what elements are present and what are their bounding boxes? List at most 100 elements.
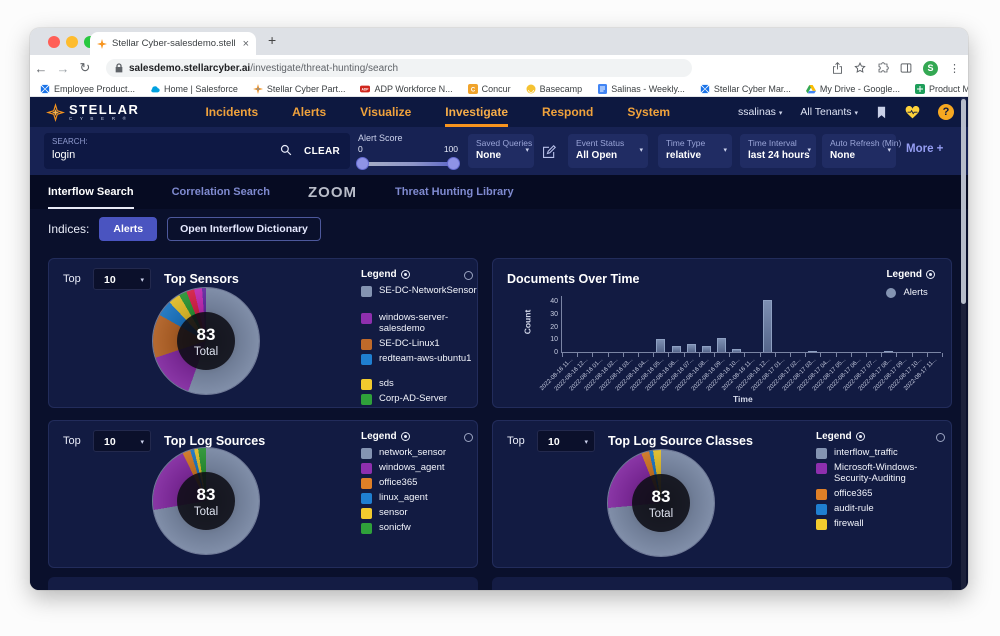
nav-item-respond[interactable]: Respond <box>542 97 593 127</box>
nav-item-visualize[interactable]: Visualize <box>360 97 411 127</box>
filter-dropdown-time-interval[interactable]: Time Intervallast 24 hours▾ <box>740 134 816 168</box>
star-icon[interactable] <box>854 62 866 74</box>
filter-dropdown-event-status[interactable]: Event StatusAll Open▾ <box>568 134 648 168</box>
tab-interflow-search[interactable]: Interflow Search <box>48 175 134 209</box>
filter-dropdown-time-type[interactable]: Time Typerelative▾ <box>658 134 732 168</box>
legend-item[interactable]: redteam-aws-ubuntu1 <box>361 353 478 365</box>
panel-options-icon[interactable] <box>936 433 945 442</box>
saved-bookmark-icon[interactable] <box>876 106 887 119</box>
tab-correlation-search[interactable]: Correlation Search <box>172 175 270 209</box>
x-tick-mark <box>805 353 806 357</box>
bar-2022-08-16-10-[interactable] <box>732 349 741 352</box>
bookmark-item[interactable]: Salinas - Weekly... <box>597 84 685 94</box>
user-dropdown[interactable]: ssalinas ▾ <box>738 106 782 118</box>
new-tab-button[interactable]: + <box>268 32 276 48</box>
clear-search-button[interactable]: CLEAR <box>304 146 340 157</box>
forward-icon[interactable]: → <box>52 61 74 76</box>
legend-item[interactable]: sds <box>361 378 478 390</box>
legend-item[interactable]: office365 <box>361 477 478 489</box>
bookmark-item[interactable]: My Drive - Google... <box>806 84 900 94</box>
y-tick-label: 30 <box>538 311 558 318</box>
bookmark-item[interactable]: Stellar Cyber Part... <box>253 84 346 94</box>
bar-2022-08-16-12-[interactable] <box>763 300 772 352</box>
tab-threat-hunting-library[interactable]: Threat Hunting Library <box>395 175 514 209</box>
panel-options-icon[interactable] <box>464 433 473 442</box>
legend-item[interactable]: windows-server-salesdemo <box>361 312 478 335</box>
top-sensors-donut-chart[interactable]: 83Total <box>153 288 259 394</box>
back-icon[interactable]: ← <box>30 61 52 76</box>
bar-2022-08-16-06-[interactable] <box>672 346 681 352</box>
reload-icon[interactable]: ↻ <box>74 60 96 76</box>
legend-toggle-icon[interactable] <box>926 270 935 279</box>
top-count-dropdown[interactable]: 10▾ <box>93 268 151 290</box>
top-log-source-classes-donut-chart[interactable]: 83Total <box>608 450 714 556</box>
panel-title: Top Log Sources <box>164 434 265 448</box>
legend-item[interactable]: Corp-AD-Server <box>361 393 478 405</box>
legend-toggle-icon[interactable] <box>856 432 865 441</box>
stellar-cyber-logo[interactable]: STELLAR C Y B E R ® <box>46 103 139 122</box>
legend-item[interactable]: linux_agent <box>361 492 478 504</box>
documents-bar-chart[interactable]: 0102030402022-08-16 11...2022-08-16 12..… <box>561 296 941 353</box>
bookmark-item[interactable]: Product Marketing... <box>915 84 968 94</box>
close-tab-icon[interactable]: × <box>243 38 249 50</box>
bar-2022-08-16-07-[interactable] <box>687 344 696 352</box>
filter-dropdown-auto-refresh-min-[interactable]: Auto Refresh (Min)None▾ <box>822 134 896 168</box>
top-log-sources-donut-chart[interactable]: 83Total <box>153 448 259 554</box>
bookmark-item[interactable]: Employee Product... <box>40 84 135 94</box>
slider-handle-min[interactable] <box>356 157 369 170</box>
legend-item[interactable]: windows_agent <box>361 462 478 474</box>
legend-item[interactable]: sensor <box>361 507 478 519</box>
bar-2022-08-17-08-[interactable] <box>884 351 893 352</box>
nav-item-system[interactable]: System <box>627 97 670 127</box>
profile-avatar[interactable]: S <box>923 61 938 76</box>
share-icon[interactable] <box>832 62 843 74</box>
address-bar[interactable]: salesdemo.stellarcyber.ai/investigate/th… <box>106 59 692 77</box>
bookmark-item[interactable]: Home | Salesforce <box>150 84 238 94</box>
sidebar-icon[interactable] <box>900 62 912 74</box>
filter-dropdown-saved-queries[interactable]: Saved QueriesNone▾ <box>468 134 534 168</box>
bookmark-item[interactable]: Basecamp <box>526 84 583 94</box>
legend-item[interactable]: sonicfw <box>361 522 478 534</box>
nav-item-alerts[interactable]: Alerts <box>292 97 326 127</box>
legend-item[interactable]: interflow_traffic <box>816 447 934 459</box>
bookmark-item[interactable]: Stellar Cyber Mar... <box>700 84 791 94</box>
nav-item-incidents[interactable]: Incidents <box>205 97 258 127</box>
minimize-window-button[interactable] <box>66 36 78 48</box>
browser-tab[interactable]: Stellar Cyber-salesdemo.stell × <box>90 32 256 55</box>
legend-item[interactable]: audit-rule <box>816 503 934 515</box>
legend-item[interactable]: SE-DC-Linux1 <box>361 338 478 350</box>
open-interflow-dictionary-button[interactable]: Open Interflow Dictionary <box>167 217 321 241</box>
search-input[interactable]: SEARCH: login CLEAR <box>44 133 350 169</box>
top-count-dropdown[interactable]: 10▾ <box>93 430 151 452</box>
legend-item[interactable]: office365 <box>816 488 934 500</box>
top-count-dropdown[interactable]: 10▾ <box>537 430 595 452</box>
bookmark-item[interactable]: ADPADP Workforce N... <box>360 84 452 94</box>
edit-query-icon[interactable] <box>542 145 556 159</box>
legend-item[interactable]: network_sensor <box>361 447 478 459</box>
search-icon[interactable] <box>280 144 292 156</box>
more-filters-button[interactable]: More + <box>906 143 943 155</box>
bar-2022-08-16-05-[interactable] <box>656 339 665 352</box>
health-heart-icon[interactable] <box>905 106 920 119</box>
close-window-button[interactable] <box>48 36 60 48</box>
extensions-puzzle-icon[interactable] <box>877 62 889 74</box>
bar-2022-08-16-09-[interactable] <box>717 338 726 352</box>
indices-alerts-button[interactable]: Alerts <box>99 217 157 241</box>
legend-toggle-icon[interactable] <box>401 432 410 441</box>
legend-item[interactable]: SE-DC-NetworkSensor <box>361 285 478 297</box>
slider-track[interactable] <box>360 162 456 166</box>
browser-menu-icon[interactable]: ⋮ <box>949 62 960 75</box>
legend-toggle-icon[interactable] <box>401 270 410 279</box>
tab-zoom[interactable]: ZOOM <box>308 175 357 209</box>
nav-item-investigate[interactable]: Investigate <box>445 97 508 127</box>
slider-handle-max[interactable] <box>447 157 460 170</box>
bookmark-item[interactable]: CConcur <box>468 84 511 94</box>
help-button[interactable]: ? <box>938 104 954 120</box>
bar-2022-08-17-03-[interactable] <box>808 351 817 352</box>
legend-item[interactable]: firewall <box>816 518 934 530</box>
legend-item[interactable]: Microsoft-Windows-Security-Auditing <box>816 462 934 485</box>
panel-options-icon[interactable] <box>464 271 473 280</box>
tenant-dropdown[interactable]: All Tenants ▾ <box>800 106 858 118</box>
app-scrollbar-thumb[interactable] <box>961 99 966 304</box>
bar-2022-08-16-08-[interactable] <box>702 346 711 352</box>
